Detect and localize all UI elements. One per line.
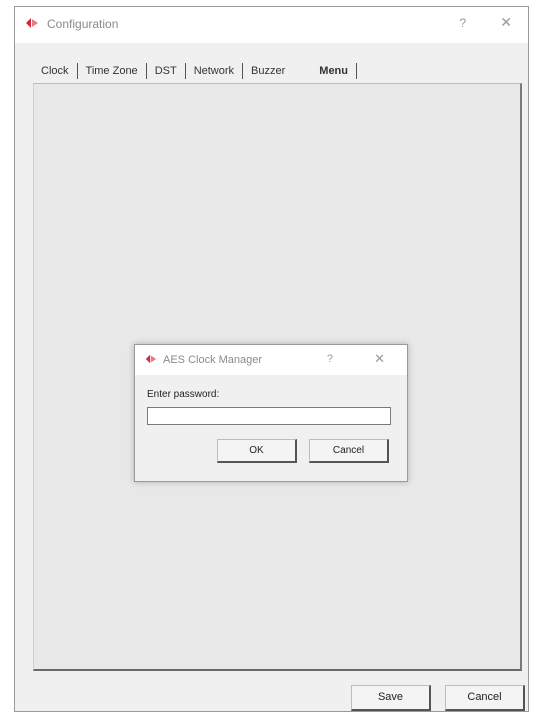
tab-menu[interactable]: Menu — [293, 65, 356, 77]
dialog-close-icon[interactable]: ✕ — [374, 351, 385, 367]
tab-dst[interactable]: DST — [147, 65, 185, 77]
help-button[interactable]: ? — [459, 16, 466, 30]
password-label: Enter password: — [147, 389, 220, 400]
tab-buzzer[interactable]: Buzzer — [243, 65, 293, 77]
dialog-title: AES Clock Manager — [163, 354, 263, 366]
close-icon[interactable]: ✕ — [500, 14, 512, 31]
tab-divider — [356, 63, 358, 79]
title-bar: Configuration ? ✕ — [15, 7, 528, 43]
save-button[interactable]: Save — [351, 685, 431, 711]
aes-logo-icon — [145, 354, 157, 364]
password-input[interactable] — [147, 407, 391, 425]
tab-network[interactable]: Network — [186, 65, 242, 77]
aes-logo-icon — [26, 18, 38, 28]
window-title: Configuration — [47, 17, 119, 31]
cancel-button[interactable]: Cancel — [445, 685, 525, 711]
dialog-title-bar: AES Clock Manager ? ✕ — [135, 345, 407, 375]
password-dialog: AES Clock Manager ? ✕ Enter password: OK… — [134, 344, 408, 482]
tab-strip: Clock Time Zone DST Network Buzzer Menu — [33, 61, 358, 81]
ok-button[interactable]: OK — [217, 439, 297, 463]
dialog-help-button[interactable]: ? — [327, 353, 333, 365]
tab-clock[interactable]: Clock — [33, 65, 77, 77]
dialog-cancel-button[interactable]: Cancel — [309, 439, 389, 463]
tab-time-zone[interactable]: Time Zone — [78, 65, 146, 77]
